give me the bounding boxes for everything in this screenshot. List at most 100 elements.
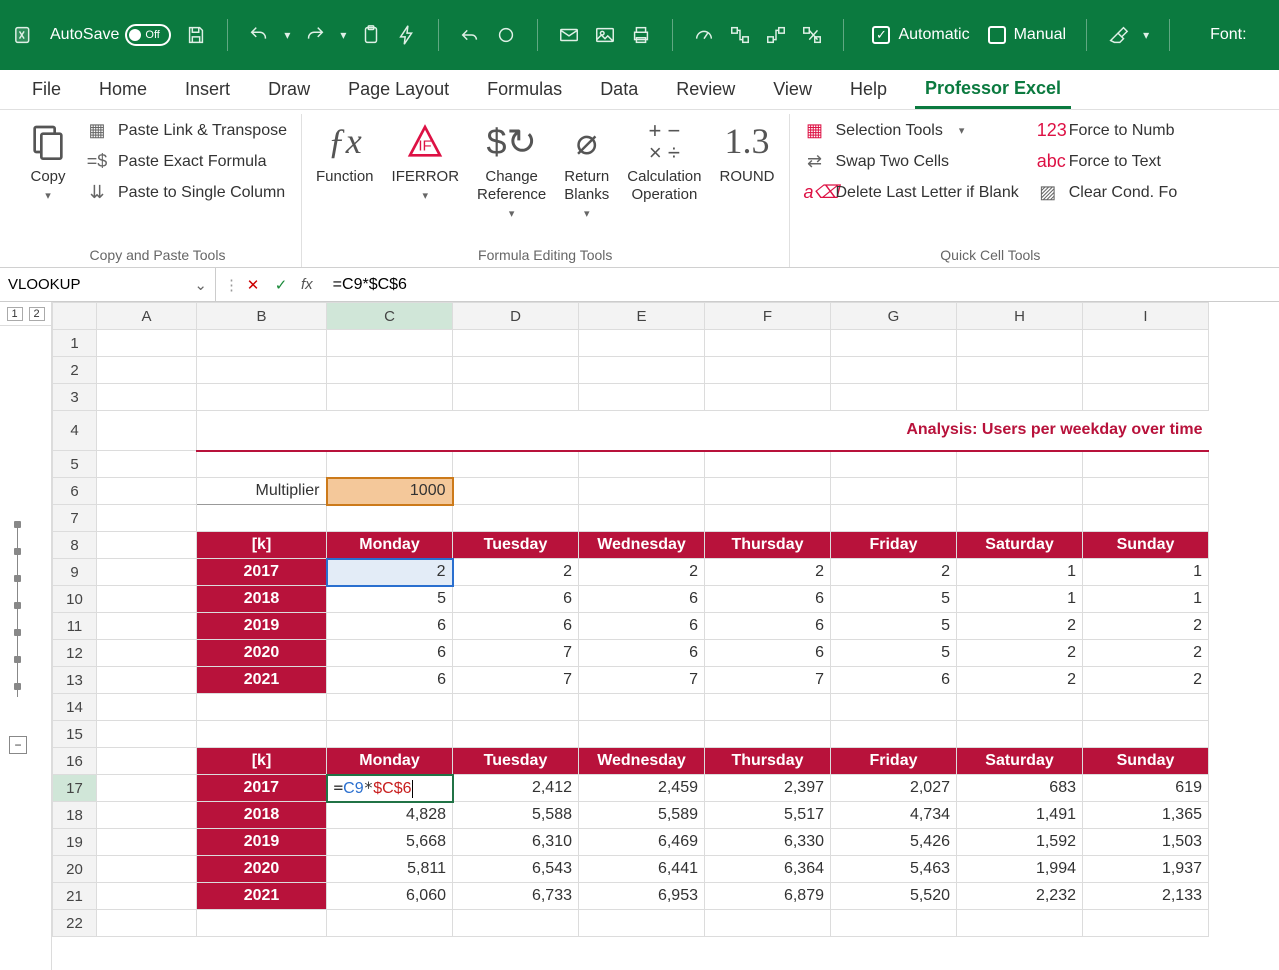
tab-home[interactable]: Home [89,70,157,109]
manual-checkbox[interactable] [988,26,1006,44]
quick-access-toolbar: AutoSave Off ▾ ▾ ✓ Automatic Manual [0,0,1279,70]
tab-formulas[interactable]: Formulas [477,70,572,109]
grouping-column: 1 2 − [0,302,52,970]
save-icon[interactable] [185,24,207,46]
flash-fill-icon[interactable] [396,24,418,46]
formula-input[interactable] [319,268,1279,301]
select-all-corner[interactable] [53,303,97,330]
redo-icon[interactable] [304,24,326,46]
active-cell-c17[interactable]: =C9*$C$6 [327,775,453,802]
round-button[interactable]: 1.3ROUND [720,120,775,186]
paste-single-column-button[interactable]: ⇊Paste to Single Column [86,182,287,203]
undo-dropdown-icon[interactable]: ▾ [284,28,290,42]
col-header[interactable]: D [453,303,579,330]
round-icon: 1.3 [725,120,770,164]
return-blanks-icon: ⌀ [576,120,598,164]
iferror-button[interactable]: IFIFERROR▾ [392,120,460,203]
font-label: Font: [1210,26,1246,44]
col-header[interactable]: B [197,303,327,330]
col-header[interactable]: E [579,303,705,330]
delete-last-letter-button[interactable]: a⌫Delete Last Letter if Blank [804,182,1019,203]
force-text-icon: abc [1037,151,1059,172]
multiplier-label[interactable]: Multiplier [197,478,327,505]
remove-arrows-icon[interactable] [801,24,823,46]
copy-icon [28,120,68,164]
ribbon-body: Copy ▾ ▦Paste Link & Transpose =$Paste E… [0,110,1279,268]
record-icon[interactable] [495,24,517,46]
force-text-button[interactable]: abcForce to Text [1037,151,1178,172]
ribbon-group-copy-paste: Copy ▾ ▦Paste Link & Transpose =$Paste E… [14,114,302,267]
col-header[interactable]: A [97,303,197,330]
tab-help[interactable]: Help [840,70,897,109]
col-header[interactable]: F [705,303,831,330]
paste-link-icon: ▦ [86,120,108,141]
redo-dropdown-icon[interactable]: ▾ [340,28,346,42]
return-blanks-button[interactable]: ⌀Return Blanks▾ [564,120,609,221]
referenced-cell-c9[interactable]: 2 [327,559,453,586]
clipboard-icon[interactable] [360,24,382,46]
tab-review[interactable]: Review [666,70,745,109]
tab-insert[interactable]: Insert [175,70,240,109]
iferror-icon: IF [405,120,445,164]
reply-icon[interactable] [459,24,481,46]
paste-exact-icon: =$ [86,151,108,172]
name-box-input[interactable] [8,276,194,293]
tab-view[interactable]: View [763,70,822,109]
eraser-dropdown-icon[interactable]: ▾ [1143,28,1149,42]
fx-icon[interactable]: fx [295,276,319,293]
copy-button[interactable]: Copy ▾ [28,120,68,203]
function-icon: ƒx [328,120,362,164]
tab-data[interactable]: Data [590,70,648,109]
col-header[interactable]: C [327,303,453,330]
tab-page-layout[interactable]: Page Layout [338,70,459,109]
trace-dependents-icon[interactable] [765,24,787,46]
change-reference-button[interactable]: $↻Change Reference▾ [477,120,546,221]
name-box-dropdown-icon[interactable]: ⌄ [194,276,207,294]
calc-operation-button[interactable]: + −× ÷Calculation Operation [627,120,701,204]
formula-bar: ⌄ ⋮ ✕ ✓ fx [0,268,1279,302]
chevron-down-icon: ▾ [45,190,51,203]
print-icon[interactable] [630,24,652,46]
spreadsheet-grid[interactable]: A B C D E F G H I 1 2 3 4Analysis: Users… [52,302,1209,937]
ribbon-tabs: File Home Insert Draw Page Layout Formul… [0,70,1279,110]
autosave-toggle[interactable]: AutoSave Off [50,24,171,46]
swap-two-cells-button[interactable]: ⇄Swap Two Cells [804,151,1019,172]
clear-cond-icon: ▨ [1037,182,1059,203]
name-box[interactable]: ⌄ [0,268,216,301]
eraser-icon[interactable] [1107,24,1129,46]
ribbon-group-quick-cell: ▦Selection Tools▾ ⇄Swap Two Cells a⌫Dele… [790,114,1192,267]
sheet-title: Analysis: Users per weekday over time [197,411,1209,451]
picture-icon[interactable] [594,24,616,46]
col-header[interactable]: G [831,303,957,330]
mail-icon[interactable] [558,24,580,46]
tab-professor-excel[interactable]: Professor Excel [915,70,1071,109]
trace-precedents-icon[interactable] [729,24,751,46]
tab-file[interactable]: File [22,70,71,109]
speedometer-icon[interactable] [693,24,715,46]
undo-icon[interactable] [248,24,270,46]
autosave-pill[interactable]: Off [125,24,171,46]
force-number-icon: 123 [1037,120,1059,141]
enter-icon[interactable]: ✓ [267,268,295,301]
col-header[interactable]: H [957,303,1083,330]
tab-draw[interactable]: Draw [258,70,320,109]
function-button[interactable]: ƒxFunction [316,120,374,186]
paste-link-transpose-button[interactable]: ▦Paste Link & Transpose [86,120,287,141]
selection-tools-icon: ▦ [804,120,826,141]
autosave-label: AutoSave [50,26,119,44]
group-label-quick-cell: Quick Cell Tools [804,247,1178,263]
multiplier-value[interactable]: 1000 [327,478,453,505]
col-header[interactable]: I [1083,303,1209,330]
automatic-checkbox[interactable]: ✓ [872,26,890,44]
ribbon-group-formula-editing: ƒxFunction IFIFERROR▾ $↻Change Reference… [302,114,790,267]
grouping-levels[interactable]: 1 2 [0,302,51,326]
group-label-formula-editing: Formula Editing Tools [316,247,775,263]
paste-exact-formula-button[interactable]: =$Paste Exact Formula [86,151,287,172]
cancel-icon[interactable]: ✕ [239,268,267,301]
group-collapse-icon[interactable]: − [9,736,27,754]
clear-cond-format-button[interactable]: ▨Clear Cond. Fo [1037,182,1178,203]
selection-tools-button[interactable]: ▦Selection Tools▾ [804,120,1019,141]
group-label-copy-paste: Copy and Paste Tools [28,247,287,263]
force-number-button[interactable]: 123Force to Numb [1037,120,1178,141]
delete-letter-icon: a⌫ [804,182,826,203]
